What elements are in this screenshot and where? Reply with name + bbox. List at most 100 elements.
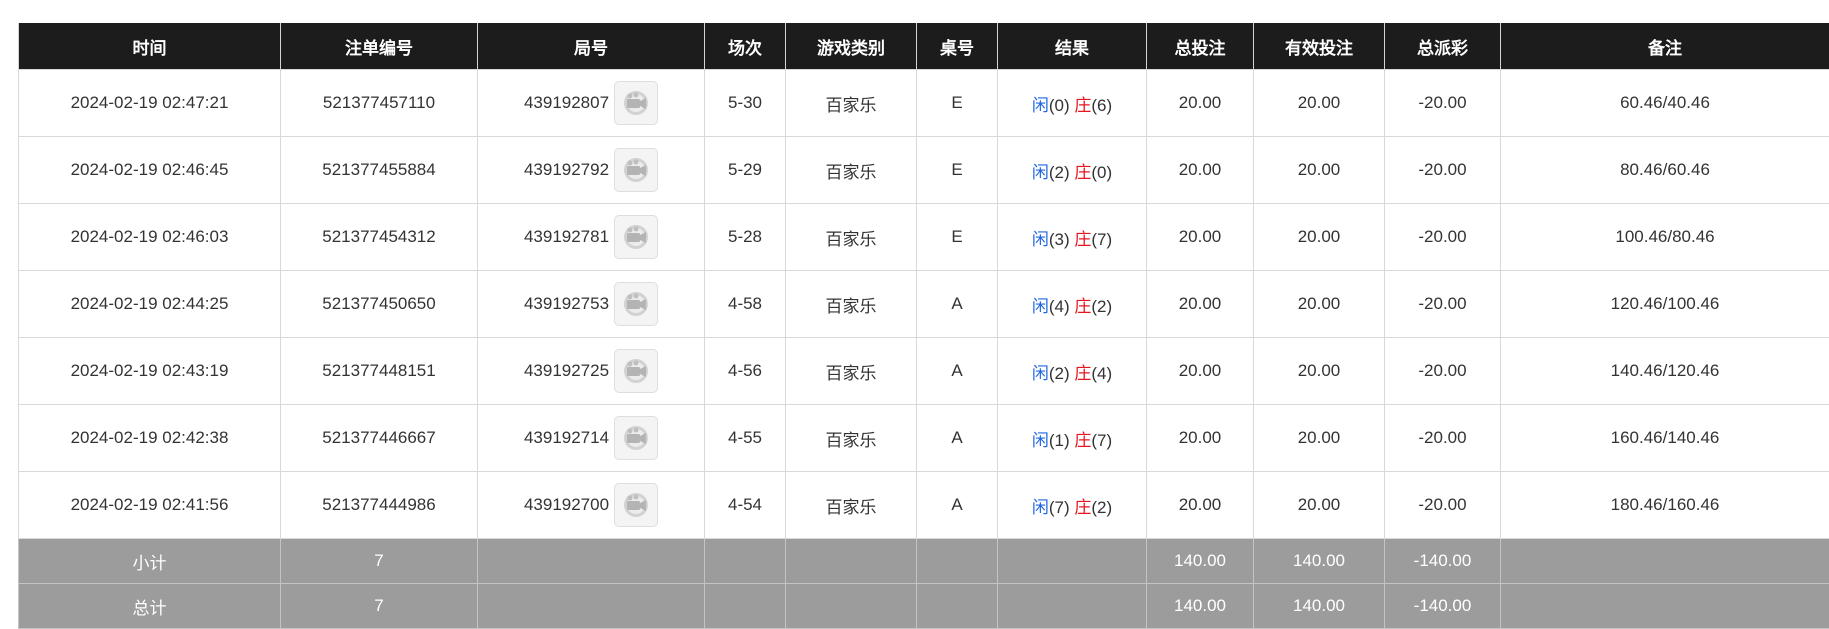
cell-session: 4-56	[705, 338, 786, 405]
result-player-value: (4)	[1049, 297, 1070, 316]
cell-time: 2024-02-19 02:43:19	[19, 338, 281, 405]
cell-result: 闲(3) 庄(7)	[998, 204, 1147, 271]
column-header-valid-bet: 有效投注	[1254, 23, 1385, 70]
cell-total-payout: -20.00	[1385, 472, 1501, 539]
video-replay-icon[interactable]	[614, 81, 658, 125]
result-player-label: 闲	[1032, 96, 1049, 115]
result-banker-label: 庄	[1074, 364, 1091, 383]
video-replay-icon[interactable]	[614, 148, 658, 192]
video-replay-icon[interactable]	[614, 349, 658, 393]
result-player-label: 闲	[1032, 163, 1049, 182]
table-body: 2024-02-19 02:47:21 521377457110 4391928…	[19, 70, 1829, 539]
empty-cell	[917, 539, 998, 584]
empty-cell	[478, 539, 705, 584]
cell-result: 闲(0) 庄(6)	[998, 70, 1147, 137]
result-banker-value: (2)	[1091, 297, 1112, 316]
cell-game-type: 百家乐	[786, 338, 917, 405]
result-player-value: (2)	[1049, 163, 1070, 182]
column-header-result: 结果	[998, 23, 1147, 70]
table-row: 2024-02-19 02:46:45 521377455884 4391927…	[19, 137, 1829, 204]
cell-note: 180.46/160.46	[1501, 472, 1829, 539]
video-replay-icon[interactable]	[614, 416, 658, 460]
table-row: 2024-02-19 02:47:21 521377457110 4391928…	[19, 70, 1829, 137]
bet-history-table: 时间 注单编号 局号 场次 游戏类别 桌号 结果 总投注 有效投注 总派彩 备注…	[18, 23, 1829, 629]
cell-table-no: E	[917, 137, 998, 204]
subtotal-label: 小计	[19, 539, 281, 584]
cell-table-no: E	[917, 70, 998, 137]
cell-round-no: 439192753	[478, 271, 705, 338]
cell-total-payout: -20.00	[1385, 271, 1501, 338]
bet-history-panel: 时间 注单编号 局号 场次 游戏类别 桌号 结果 总投注 有效投注 总派彩 备注…	[18, 23, 1829, 629]
result-banker-label: 庄	[1074, 230, 1091, 249]
cell-session: 5-29	[705, 137, 786, 204]
round-no-text: 439192700	[524, 495, 609, 515]
result-player-label: 闲	[1032, 297, 1049, 316]
empty-cell	[998, 539, 1147, 584]
video-replay-icon[interactable]	[614, 215, 658, 259]
grand-total-total-bet: 140.00	[1147, 584, 1254, 629]
table-row: 2024-02-19 02:46:03 521377454312 4391927…	[19, 204, 1829, 271]
column-header-table-no: 桌号	[917, 23, 998, 70]
empty-cell	[1501, 584, 1829, 629]
cell-valid-bet: 20.00	[1254, 472, 1385, 539]
result-banker-value: (0)	[1091, 163, 1112, 182]
result-banker-label: 庄	[1074, 431, 1091, 450]
result-banker-label: 庄	[1074, 498, 1091, 517]
column-header-game-type: 游戏类别	[786, 23, 917, 70]
cell-note: 160.46/140.46	[1501, 405, 1829, 472]
result-banker-label: 庄	[1074, 96, 1091, 115]
cell-total-payout: -20.00	[1385, 137, 1501, 204]
cell-round-no: 439192781	[478, 204, 705, 271]
cell-order-no: 521377450650	[281, 271, 478, 338]
cell-total-bet: 20.00	[1147, 472, 1254, 539]
video-replay-icon[interactable]	[614, 483, 658, 527]
cell-note: 140.46/120.46	[1501, 338, 1829, 405]
cell-order-no: 521377454312	[281, 204, 478, 271]
cell-session: 4-58	[705, 271, 786, 338]
cell-note: 60.46/40.46	[1501, 70, 1829, 137]
column-header-order-no: 注单编号	[281, 23, 478, 70]
cell-table-no: A	[917, 271, 998, 338]
cell-game-type: 百家乐	[786, 70, 917, 137]
cell-note: 80.46/60.46	[1501, 137, 1829, 204]
cell-order-no: 521377457110	[281, 70, 478, 137]
cell-time: 2024-02-19 02:46:03	[19, 204, 281, 271]
cell-total-bet: 20.00	[1147, 204, 1254, 271]
cell-total-bet: 20.00	[1147, 405, 1254, 472]
cell-total-payout: -20.00	[1385, 405, 1501, 472]
cell-round-no: 439192700	[478, 472, 705, 539]
column-header-total-payout: 总派彩	[1385, 23, 1501, 70]
grand-total-valid-bet: 140.00	[1254, 584, 1385, 629]
subtotal-row: 小计 7 140.00 140.00 -140.00	[19, 539, 1829, 584]
cell-game-type: 百家乐	[786, 405, 917, 472]
result-banker-value: (2)	[1091, 498, 1112, 517]
cell-game-type: 百家乐	[786, 271, 917, 338]
cell-result: 闲(2) 庄(4)	[998, 338, 1147, 405]
result-banker-value: (6)	[1091, 96, 1112, 115]
round-no-text: 439192725	[524, 361, 609, 381]
result-player-value: (1)	[1049, 431, 1070, 450]
round-no-text: 439192792	[524, 160, 609, 180]
cell-table-no: A	[917, 405, 998, 472]
round-no-text: 439192781	[524, 227, 609, 247]
cell-round-no: 439192807	[478, 70, 705, 137]
subtotal-count: 7	[281, 539, 478, 584]
column-header-time: 时间	[19, 23, 281, 70]
cell-round-no: 439192714	[478, 405, 705, 472]
cell-time: 2024-02-19 02:46:45	[19, 137, 281, 204]
cell-result: 闲(2) 庄(0)	[998, 137, 1147, 204]
cell-session: 4-54	[705, 472, 786, 539]
empty-cell	[705, 539, 786, 584]
table-row: 2024-02-19 02:43:19 521377448151 4391927…	[19, 338, 1829, 405]
column-header-note: 备注	[1501, 23, 1829, 70]
grand-total-count: 7	[281, 584, 478, 629]
video-replay-icon[interactable]	[614, 282, 658, 326]
cell-result: 闲(4) 庄(2)	[998, 271, 1147, 338]
round-no-text: 439192753	[524, 294, 609, 314]
cell-note: 100.46/80.46	[1501, 204, 1829, 271]
table-header-row: 时间 注单编号 局号 场次 游戏类别 桌号 结果 总投注 有效投注 总派彩 备注	[19, 23, 1829, 70]
result-banker-value: (7)	[1091, 230, 1112, 249]
cell-game-type: 百家乐	[786, 472, 917, 539]
cell-total-bet: 20.00	[1147, 137, 1254, 204]
grand-total-label: 总计	[19, 584, 281, 629]
